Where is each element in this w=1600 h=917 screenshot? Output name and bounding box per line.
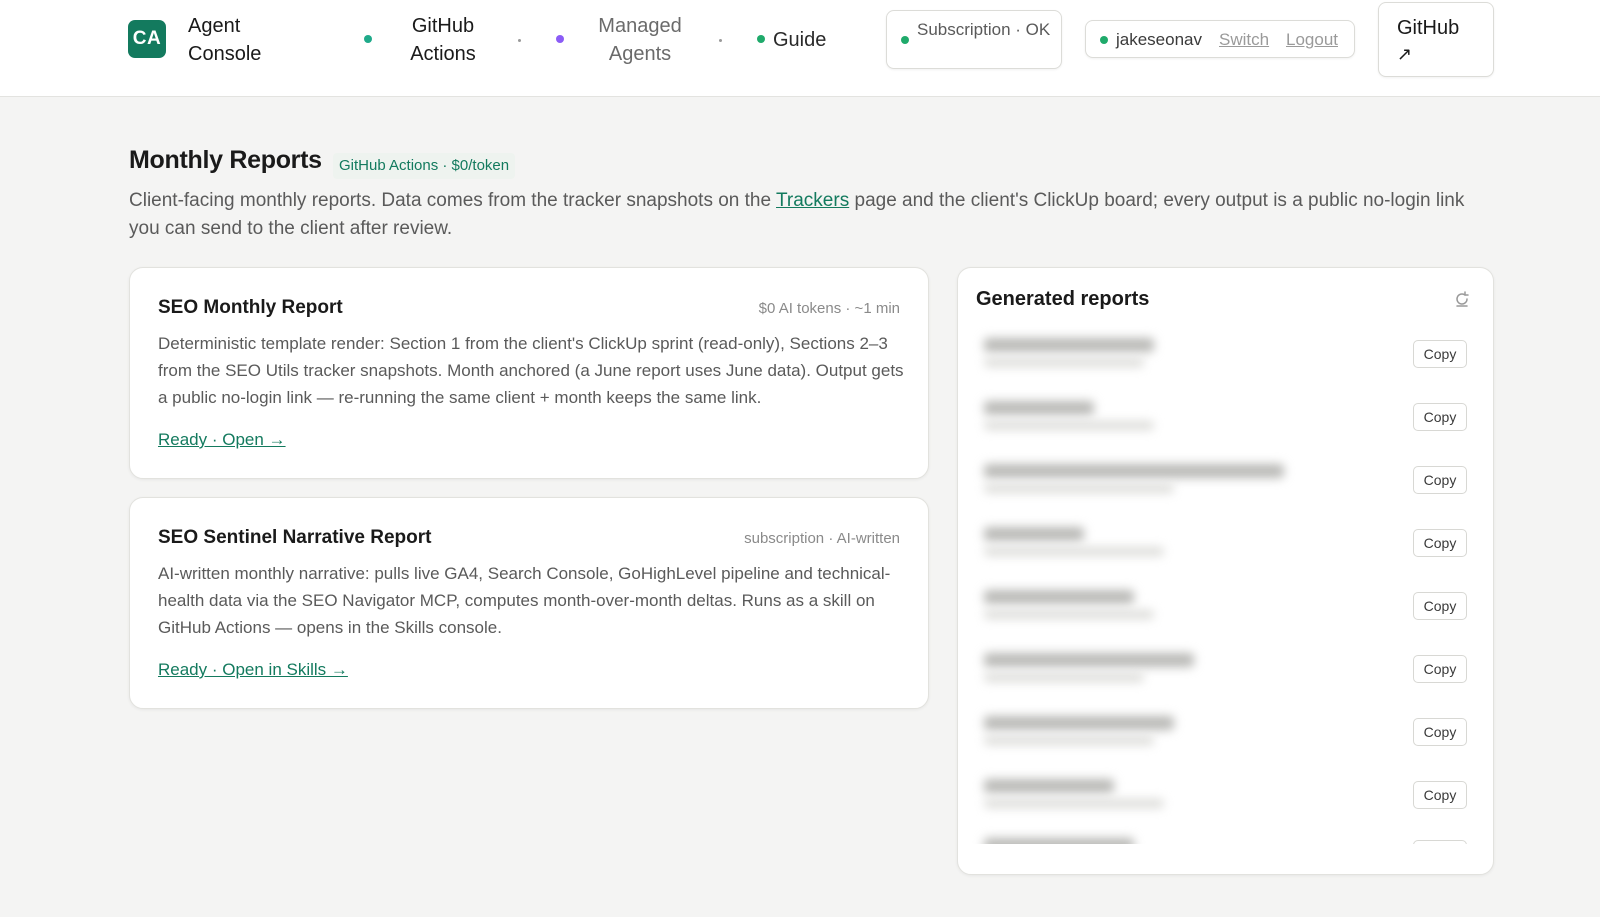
report-card-seo-monthly: SEO Monthly Report $0 AI tokens · ~1 min…	[129, 267, 929, 479]
copy-link-button[interactable]: Copy	[1413, 840, 1467, 844]
list-item: Copy	[958, 647, 1493, 697]
copy-link-button[interactable]: Copy	[1413, 781, 1467, 809]
user-pill: jakeseonav Switch Logout	[1085, 20, 1355, 58]
list-item: Copy	[958, 832, 1493, 844]
report-title: SEO Monthly Report	[158, 297, 343, 318]
copy-link-button[interactable]: Copy	[1413, 403, 1467, 431]
nav-separator	[719, 39, 722, 42]
blurred-report-meta	[984, 484, 1174, 493]
blurred-report-meta	[984, 610, 1154, 619]
blurred-report-meta	[984, 358, 1144, 367]
subscription-status-pill: Subscription · OK	[886, 10, 1062, 69]
github-link-button[interactable]: GitHub ↗	[1378, 2, 1494, 77]
status-ok-dot	[901, 36, 909, 44]
nav-item-github-actions[interactable]: GitHub Actions	[400, 12, 486, 68]
blurred-report-name	[984, 401, 1094, 415]
blurred-report-meta	[984, 421, 1154, 430]
open-in-skills-link[interactable]: Ready · Open in Skills →	[158, 659, 348, 681]
blurred-report-meta	[984, 547, 1164, 556]
blurred-report-name	[984, 779, 1114, 793]
nav-item-guide[interactable]: Guide	[773, 26, 826, 54]
nav-dot-github-actions	[364, 35, 372, 43]
list-item: Copy	[958, 332, 1493, 382]
external-link-icon: ↗	[1397, 44, 1413, 64]
blurred-report-meta	[984, 673, 1144, 682]
blurred-report-name	[984, 527, 1084, 541]
list-item: Copy	[958, 458, 1493, 508]
blurred-report-name	[984, 716, 1174, 730]
list-item: Copy	[958, 773, 1493, 823]
subscription-status: Subscription · OK	[917, 20, 1051, 39]
description-text: Client-facing monthly reports. Data come…	[129, 190, 777, 211]
copy-link-button[interactable]: Copy	[1413, 466, 1467, 494]
logout-link[interactable]: Logout	[1286, 30, 1338, 50]
list-item: Copy	[958, 710, 1493, 760]
list-item: Copy	[958, 584, 1493, 634]
report-title: SEO Sentinel Narrative Report	[158, 527, 432, 548]
trackers-link[interactable]: Trackers	[776, 190, 849, 211]
page-description: Client-facing monthly reports. Data come…	[129, 187, 1499, 243]
blurred-report-name	[984, 653, 1194, 667]
blurred-report-name	[984, 838, 1134, 844]
blurred-report-name	[984, 590, 1134, 604]
refresh-icon[interactable]	[1453, 290, 1471, 308]
nav-item-managed-agents[interactable]: Managed Agents	[592, 12, 688, 68]
switch-user-link[interactable]: Switch	[1219, 30, 1269, 50]
report-description: AI-written monthly narrative: pulls live…	[158, 564, 891, 637]
username: jakeseonav	[1116, 30, 1203, 49]
panel-title: Generated reports	[976, 288, 1150, 310]
app-title[interactable]: Agent Console	[188, 12, 308, 68]
open-report-link[interactable]: Ready · Open →	[158, 429, 286, 451]
app-logo[interactable]: CA	[128, 20, 166, 58]
blurred-report-meta	[984, 736, 1154, 745]
report-meta: $0 AI tokens · ~1 min	[758, 300, 900, 317]
list-item: Copy	[958, 521, 1493, 571]
blurred-report-name	[984, 338, 1154, 352]
generated-reports-list[interactable]: Copy Copy Copy Copy Copy Copy Copy Copy	[958, 324, 1493, 844]
copy-link-button[interactable]: Copy	[1413, 529, 1467, 557]
github-label: GitHub	[1397, 17, 1460, 39]
blurred-report-meta	[984, 799, 1164, 808]
nav-dot-guide	[757, 35, 765, 43]
copy-link-button[interactable]: Copy	[1413, 340, 1467, 368]
copy-link-button[interactable]: Copy	[1413, 718, 1467, 746]
copy-link-button[interactable]: Copy	[1413, 655, 1467, 683]
top-bar: CA Agent Console GitHub Actions Managed …	[0, 0, 1600, 97]
user-online-dot	[1100, 36, 1108, 44]
nav-dot-managed-agents	[556, 35, 564, 43]
runtime-tag: GitHub Actions · $0/token	[333, 153, 516, 179]
list-item: Copy	[958, 395, 1493, 445]
copy-link-button[interactable]: Copy	[1413, 592, 1467, 620]
generated-reports-panel: Generated reports Copy Copy Copy Copy Co…	[957, 267, 1494, 875]
report-card-seo-sentinel: SEO Sentinel Narrative Report subscripti…	[129, 497, 929, 709]
page-title: Monthly Reports	[129, 146, 322, 174]
nav-separator	[518, 39, 521, 42]
blurred-report-name	[984, 464, 1284, 478]
report-meta: subscription · AI-written	[744, 530, 900, 547]
report-description: Deterministic template render: Section 1…	[158, 334, 904, 407]
